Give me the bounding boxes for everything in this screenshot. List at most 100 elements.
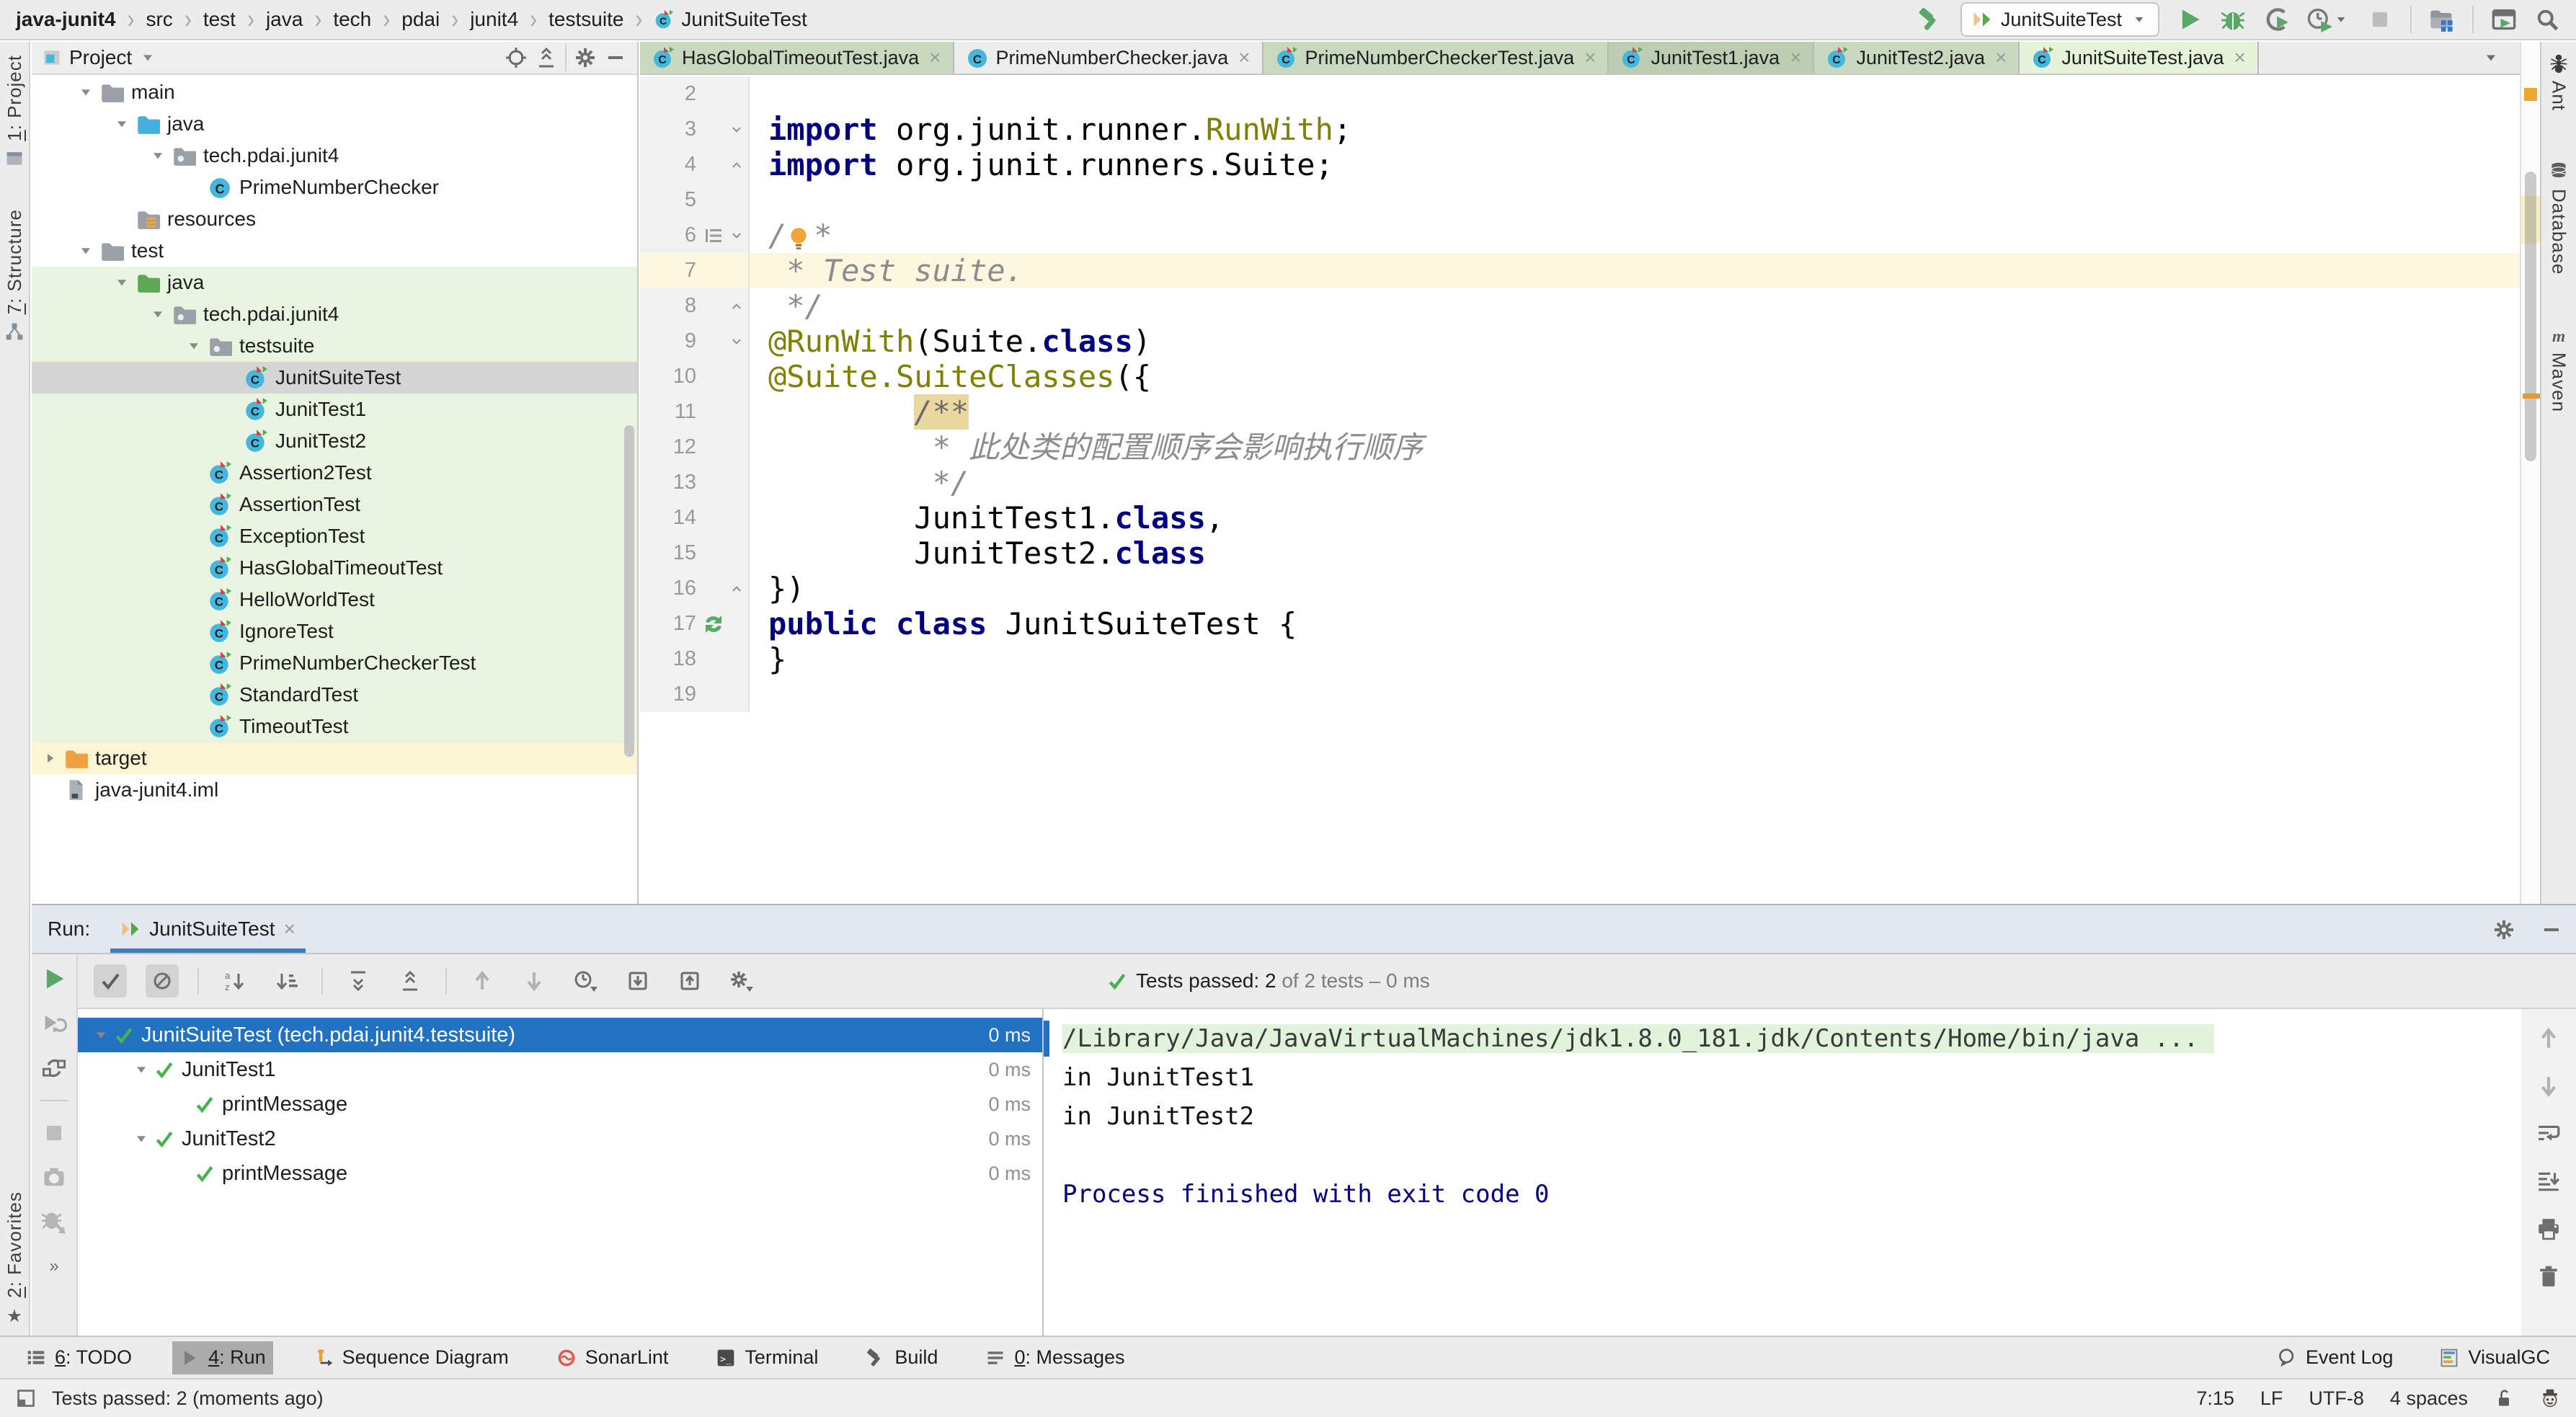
tool-window-bar-item[interactable]: SonarLint [549, 1341, 676, 1374]
tool-window-bar-item[interactable]: Build [858, 1341, 945, 1374]
chevron-down-icon[interactable] [113, 115, 130, 133]
editor-tab[interactable]: CHasGlobalTimeoutTest.java× [640, 42, 954, 74]
breadcrumb-item[interactable]: junit4 [470, 8, 518, 31]
fold-start-icon[interactable] [728, 227, 745, 244]
error-stripe-warning-mark[interactable] [2523, 394, 2540, 399]
run-class-gutter-icon[interactable] [702, 613, 725, 636]
close-icon[interactable]: × [1790, 46, 1801, 69]
tree-row[interactable]: CAssertion2Test [32, 457, 637, 489]
panel-settings-button[interactable] [574, 46, 597, 69]
show-ignored-toggle[interactable] [146, 964, 179, 998]
collapse-all-button[interactable] [394, 964, 427, 998]
tree-row[interactable]: testsuite [32, 330, 637, 362]
tool-window-button[interactable]: Database [2548, 161, 2570, 275]
editor-line[interactable]: 15 JunitTest2.class [640, 536, 2520, 571]
project-structure-button[interactable] [2429, 6, 2455, 32]
build-hammer-button[interactable] [1917, 6, 1943, 32]
status-bar-widget[interactable]: 7:15 [2196, 1387, 2234, 1410]
editor-line[interactable]: 17public class JunitSuiteTest { [640, 606, 2520, 641]
tree-row[interactable]: tech.pdai.junit4 [32, 140, 637, 172]
tree-row[interactable]: main [32, 76, 637, 108]
run-button[interactable] [2177, 6, 2203, 32]
lock-open-icon[interactable] [2494, 1388, 2514, 1408]
editor-line[interactable]: 18} [640, 641, 2520, 677]
editor-line[interactable]: 16}) [640, 571, 2520, 606]
tool-window-button[interactable]: 1: Project [4, 55, 26, 169]
debug-button[interactable] [2220, 6, 2246, 32]
tool-window-bar-item[interactable]: 6: TODO [19, 1341, 139, 1374]
error-stripe-mark[interactable] [2524, 88, 2537, 101]
run-configuration-select[interactable]: JunitSuiteTest [1960, 2, 2159, 37]
chevron-down-icon[interactable] [77, 242, 94, 259]
editor-tab[interactable]: CPrimeNumberCheckerTest.java× [1263, 42, 1609, 74]
tree-row[interactable]: tech.pdai.junit4 [32, 298, 637, 330]
tree-row[interactable]: CAssertionTest [32, 489, 637, 520]
breadcrumb-item[interactable]: CJunitSuiteTest [654, 8, 807, 31]
status-bar-widget[interactable]: 4 spaces [2390, 1387, 2468, 1410]
tool-window-bar-item[interactable]: 0: Messages [978, 1341, 1132, 1374]
breadcrumb-item[interactable]: tech [333, 8, 371, 31]
chevron-down-icon[interactable] [92, 1026, 110, 1044]
close-icon[interactable]: × [1584, 46, 1596, 69]
tool-window-button[interactable]: Ant [2548, 53, 2570, 111]
editor-line[interactable]: 6/* [640, 218, 2520, 253]
fold-start-icon[interactable] [728, 333, 745, 350]
tool-window-bar-item[interactable]: Sequence Diagram [306, 1341, 516, 1374]
tree-row[interactable]: CJunitTest2 [32, 425, 637, 457]
hide-run-panel-button[interactable] [2540, 918, 2563, 941]
collapse-all-button[interactable] [535, 46, 558, 69]
expand-all-button[interactable] [342, 964, 375, 998]
rerun-button[interactable] [41, 966, 67, 992]
toggle-auto-test-button[interactable] [41, 1055, 67, 1081]
tree-row[interactable]: CHelloWorldTest [32, 584, 637, 616]
chevron-down-icon[interactable] [77, 84, 94, 101]
run-console[interactable]: /Library/Java/JavaVirtualMachines/jdk1.8… [1042, 1009, 2521, 1336]
code-editor[interactable]: 23import org.junit.runner.RunWith;4impor… [640, 76, 2520, 904]
fold-end-icon[interactable] [728, 156, 745, 174]
run-with-coverage-button[interactable] [2263, 6, 2289, 32]
hide-panel-button[interactable] [604, 46, 627, 69]
fold-start-icon[interactable] [728, 121, 745, 138]
tree-row[interactable]: CTimeoutTest [32, 711, 637, 742]
tool-window-button[interactable]: mMaven [2548, 325, 2570, 412]
tree-row[interactable]: resources [32, 203, 637, 235]
test-result-row[interactable]: JunitTest10 ms [78, 1052, 1042, 1087]
tree-row[interactable]: CPrimeNumberChecker [32, 172, 637, 203]
sort-by-duration-button[interactable] [270, 964, 303, 998]
run-panel-settings-button[interactable] [2492, 918, 2515, 941]
breadcrumb-item[interactable]: testsuite [548, 8, 623, 31]
fold-end-icon[interactable] [728, 298, 745, 315]
editor-line[interactable]: 10@Suite.SuiteClasses({ [640, 359, 2520, 394]
chevron-down-icon[interactable] [149, 147, 166, 164]
tool-window-bar-item[interactable]: >_Terminal [709, 1341, 825, 1374]
close-icon[interactable]: × [1995, 46, 2007, 69]
chevron-down-icon[interactable] [133, 1130, 150, 1147]
editor-scrollbar-thumb[interactable] [2525, 172, 2536, 461]
scroll-to-end-button[interactable] [2536, 1169, 2561, 1194]
clear-console-button[interactable] [2536, 1264, 2561, 1289]
breadcrumb-item[interactable]: test [203, 8, 236, 31]
test-result-row[interactable]: printMessage0 ms [78, 1156, 1042, 1191]
fold-end-icon[interactable] [728, 580, 745, 598]
more-actions-button[interactable]: » [43, 1254, 66, 1277]
soft-wrap-button[interactable] [2536, 1121, 2561, 1146]
editor-line[interactable]: 11 /** [640, 394, 2520, 430]
export-tests-button[interactable] [673, 964, 706, 998]
run-tab[interactable]: JunitSuiteTest × [110, 905, 306, 953]
select-opened-file-button[interactable] [505, 46, 528, 69]
editor-line[interactable]: 8 */ [640, 288, 2520, 324]
close-icon[interactable]: × [283, 918, 295, 941]
sort-alphabetically-button[interactable]: az [218, 964, 251, 998]
profiler-button[interactable] [2306, 6, 2350, 32]
editor-line[interactable]: 2 [640, 76, 2520, 112]
editor-tab[interactable]: CJunitSuiteTest.java× [2020, 42, 2258, 74]
close-icon[interactable]: × [2234, 46, 2246, 69]
tree-row[interactable]: CPrimeNumberCheckerTest [32, 647, 637, 679]
breadcrumb-item[interactable]: pdai [401, 8, 440, 31]
tool-window-bar-item[interactable]: VisualGC [2432, 1341, 2557, 1374]
chevron-down-icon[interactable] [149, 306, 166, 323]
tree-row[interactable]: CJunitTest1 [32, 394, 637, 425]
editor-line[interactable]: 9@RunWith(Suite.class) [640, 324, 2520, 359]
test-settings-button[interactable] [725, 964, 758, 998]
test-history-button[interactable] [569, 964, 603, 998]
